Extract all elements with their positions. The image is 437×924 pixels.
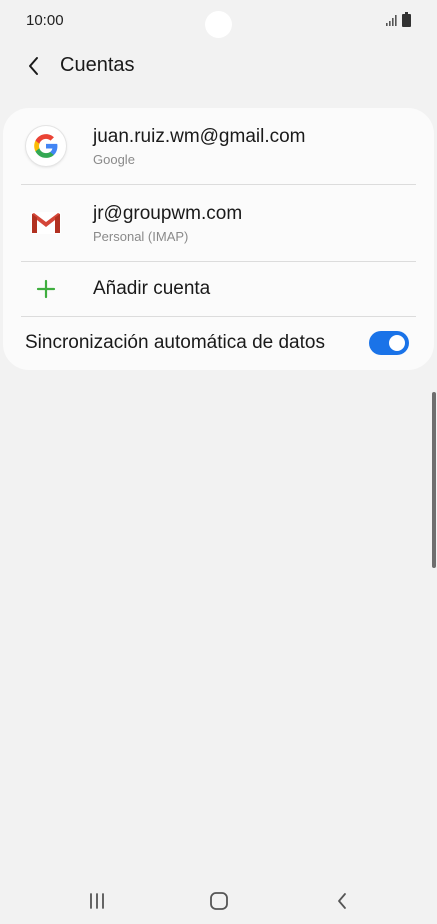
status-bar: 10:00 [0, 0, 437, 44]
add-account-label: Añadir cuenta [93, 278, 211, 299]
account-email: juan.ruiz.wm@gmail.com [93, 126, 306, 147]
signal-icon [386, 15, 397, 26]
scrollbar[interactable] [432, 392, 436, 568]
gmail-icon [26, 203, 66, 243]
home-button[interactable] [199, 886, 239, 916]
camera-cutout [205, 11, 232, 38]
google-icon [26, 126, 66, 166]
status-time: 10:00 [26, 12, 64, 29]
account-item-imap[interactable]: jr@groupwm.com Personal (IMAP) [3, 185, 434, 261]
navigation-bar [0, 876, 437, 924]
toggle-knob [387, 333, 407, 353]
page-title: Cuentas [60, 54, 135, 76]
account-email: jr@groupwm.com [93, 203, 243, 224]
recents-button[interactable] [77, 886, 117, 916]
auto-sync-toggle[interactable] [369, 331, 409, 355]
header: Cuentas [0, 44, 437, 88]
accounts-card: juan.ruiz.wm@gmail.com Google jr@groupwm… [3, 108, 434, 370]
account-type: Google [93, 152, 135, 167]
account-item-google[interactable]: juan.ruiz.wm@gmail.com Google [3, 108, 434, 184]
battery-icon [402, 12, 411, 27]
back-button[interactable] [18, 50, 50, 82]
auto-sync-row[interactable]: Sincronización automática de datos [3, 317, 434, 370]
chevron-left-icon [29, 57, 38, 75]
home-icon [210, 892, 228, 910]
add-account-button[interactable]: Añadir cuenta [3, 262, 434, 316]
recents-icon [90, 893, 104, 909]
account-type: Personal (IMAP) [93, 229, 189, 244]
nav-back-button[interactable] [322, 886, 362, 916]
back-icon [338, 893, 346, 909]
auto-sync-label: Sincronización automática de datos [25, 332, 325, 353]
plus-icon [36, 279, 56, 299]
